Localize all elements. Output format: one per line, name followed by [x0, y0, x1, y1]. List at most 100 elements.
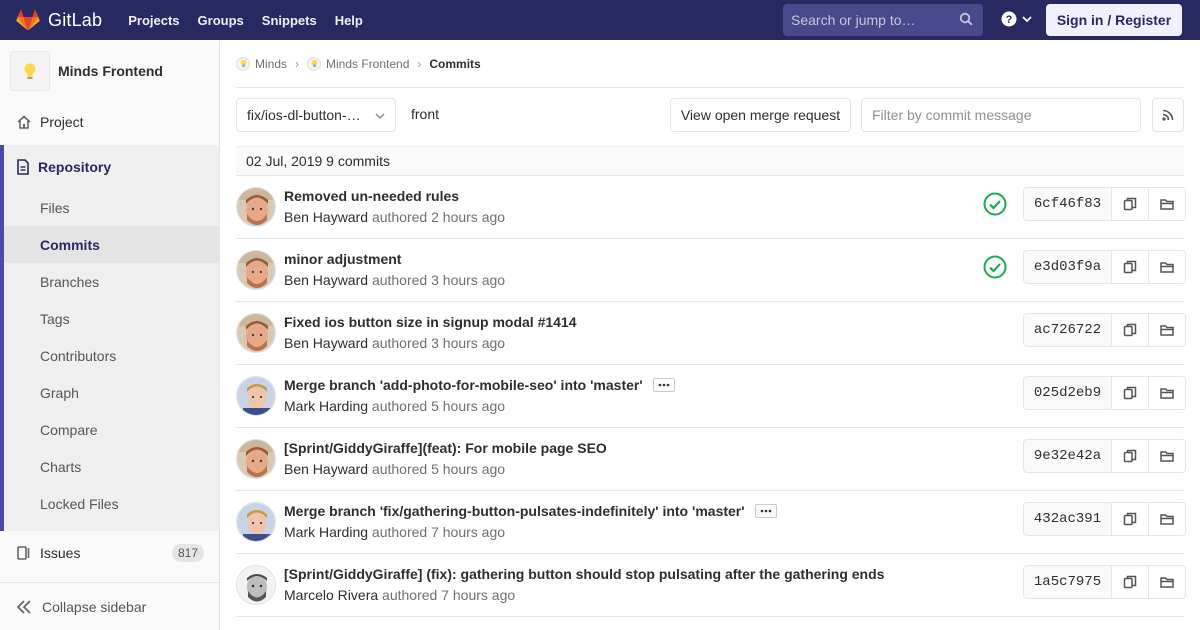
breadcrumb-project[interactable]: Minds Frontend: [307, 56, 409, 71]
browse-files-button[interactable]: [1149, 502, 1186, 536]
main-content: Minds › Minds Frontend › Commits fix/ios…: [236, 40, 1186, 617]
avatar[interactable]: [236, 565, 276, 605]
commit-title[interactable]: [Sprint/GiddyGiraffe] (fix): gathering b…: [284, 566, 884, 582]
commit-title[interactable]: [Sprint/GiddyGiraffe](feat): For mobile …: [284, 440, 607, 456]
avatar[interactable]: [236, 313, 276, 353]
sidebar-item-repository[interactable]: Repository: [4, 145, 111, 189]
commit-author[interactable]: Ben Hayward: [284, 461, 368, 477]
sidebar-item-issues[interactable]: Issues 817: [0, 535, 219, 571]
rss-feed-button[interactable]: [1152, 98, 1184, 132]
folder-open-icon: [1160, 199, 1174, 210]
browse-files-button[interactable]: [1149, 187, 1186, 221]
pipeline-status-passed[interactable]: [983, 192, 1007, 216]
copy-sha-button[interactable]: [1112, 250, 1149, 284]
avatar[interactable]: [236, 376, 276, 416]
search-box[interactable]: [783, 4, 983, 36]
sidebar-item-charts[interactable]: Charts: [4, 448, 219, 485]
commit-sha[interactable]: 9e32e42a: [1023, 439, 1112, 473]
commit-meta: Mark Harding authored 7 hours ago: [284, 524, 505, 540]
sidebar-item-locked-files[interactable]: Locked Files: [4, 485, 219, 522]
commit-row: Fixed ios button size in signup modal #1…: [236, 302, 1186, 365]
folder-open-icon: [1160, 262, 1174, 273]
browse-files-button[interactable]: [1149, 313, 1186, 347]
avatar[interactable]: [236, 439, 276, 479]
nav-help[interactable]: Help: [335, 13, 363, 28]
browse-files-button[interactable]: [1149, 439, 1186, 473]
chevron-down-icon: [1022, 16, 1032, 23]
copy-icon: [1123, 575, 1137, 589]
copy-icon: [1123, 386, 1137, 400]
browse-files-button[interactable]: [1149, 376, 1186, 410]
pipeline-status-passed[interactable]: [983, 255, 1007, 279]
browse-files-button[interactable]: [1149, 565, 1186, 599]
commit-row: minor adjustment Ben Hayward authored 3 …: [236, 239, 1186, 302]
gitlab-logo[interactable]: GitLab: [16, 0, 102, 40]
breadcrumb-group[interactable]: Minds: [236, 56, 287, 71]
commit-sha[interactable]: 6cf46f83: [1023, 187, 1112, 221]
toggle-description-button[interactable]: [754, 504, 777, 518]
copy-sha-button[interactable]: [1112, 313, 1149, 347]
copy-sha-button[interactable]: [1112, 376, 1149, 410]
commit-title[interactable]: Fixed ios button size in signup modal #1…: [284, 314, 577, 330]
sidebar-item-commits[interactable]: Commits: [4, 226, 219, 263]
commit-meta: Ben Hayward authored 3 hours ago: [284, 335, 505, 351]
commit-author[interactable]: Marcelo Rivera: [284, 587, 378, 603]
view-open-merge-request-button[interactable]: View open merge request: [670, 98, 851, 132]
top-navbar: GitLab Projects Groups Snippets Help ? S…: [0, 0, 1200, 40]
commit-title[interactable]: Merge branch 'add-photo-for-mobile-seo' …: [284, 377, 643, 393]
commit-title[interactable]: Merge branch 'fix/gathering-button-pulsa…: [284, 503, 745, 519]
commit-author[interactable]: Mark Harding: [284, 398, 368, 414]
commit-author[interactable]: Ben Hayward: [284, 272, 368, 288]
copy-sha-button[interactable]: [1112, 565, 1149, 599]
sign-in-button[interactable]: Sign in / Register: [1046, 4, 1182, 36]
project-sidebar: Minds Frontend Project Repository Files …: [0, 40, 220, 630]
authored-label: authored: [371, 209, 428, 225]
project-avatar: [10, 51, 50, 91]
commit-sha[interactable]: ac726722: [1023, 313, 1112, 347]
project-header[interactable]: Minds Frontend: [0, 40, 219, 102]
filter-commit-input[interactable]: [872, 107, 1132, 123]
avatar[interactable]: [236, 502, 276, 542]
toggle-description-button[interactable]: [652, 378, 675, 392]
commit-sha[interactable]: 1a5c7975: [1023, 565, 1112, 599]
sidebar-item-graph[interactable]: Graph: [4, 374, 219, 411]
commit-author[interactable]: Ben Hayward: [284, 335, 368, 351]
authored-label: authored: [382, 587, 438, 603]
nav-groups[interactable]: Groups: [198, 13, 244, 28]
sidebar-item-contributors[interactable]: Contributors: [4, 337, 219, 374]
browse-files-button[interactable]: [1149, 250, 1186, 284]
folder-open-icon: [1160, 514, 1174, 525]
sidebar-item-tags[interactable]: Tags: [4, 300, 219, 337]
nav-projects[interactable]: Projects: [128, 13, 179, 28]
search-input[interactable]: [791, 12, 951, 28]
copy-sha-button[interactable]: [1112, 187, 1149, 221]
lightbulb-icon: [236, 56, 250, 71]
branch-selector[interactable]: fix/ios-dl-button-…: [236, 98, 396, 132]
commit-sha[interactable]: e3d03f9a: [1023, 250, 1112, 284]
copy-sha-button[interactable]: [1112, 439, 1149, 473]
commit-meta: Ben Hayward authored 3 hours ago: [284, 272, 505, 288]
commit-sha[interactable]: 025d2eb9: [1023, 376, 1112, 410]
sidebar-item-project[interactable]: Project: [0, 104, 219, 140]
sidebar-item-files[interactable]: Files: [4, 189, 219, 226]
commit-author[interactable]: Mark Harding: [284, 524, 368, 540]
double-chevron-left-icon: [16, 599, 32, 614]
commit-sha[interactable]: 432ac391: [1023, 502, 1112, 536]
authored-label: authored: [371, 461, 428, 477]
commit-title[interactable]: Removed un-needed rules: [284, 188, 459, 204]
commit-author[interactable]: Ben Hayward: [284, 209, 368, 225]
avatar[interactable]: [236, 187, 276, 227]
commit-filter[interactable]: [861, 98, 1141, 132]
copy-sha-button[interactable]: [1112, 502, 1149, 536]
nav-snippets[interactable]: Snippets: [262, 13, 317, 28]
sidebar-item-compare[interactable]: Compare: [4, 411, 219, 448]
help-dropdown[interactable]: ?: [1001, 11, 1033, 27]
collapse-sidebar-button[interactable]: Collapse sidebar: [0, 582, 219, 630]
commit-time: 5 hours ago: [431, 398, 506, 414]
avatar[interactable]: [236, 250, 276, 290]
search-icon: [959, 12, 973, 26]
breadcrumb-current[interactable]: Commits: [429, 57, 480, 71]
sidebar-item-branches[interactable]: Branches: [4, 263, 219, 300]
commit-title[interactable]: minor adjustment: [284, 251, 401, 267]
commit-sha-group: 9e32e42a: [1023, 439, 1186, 473]
